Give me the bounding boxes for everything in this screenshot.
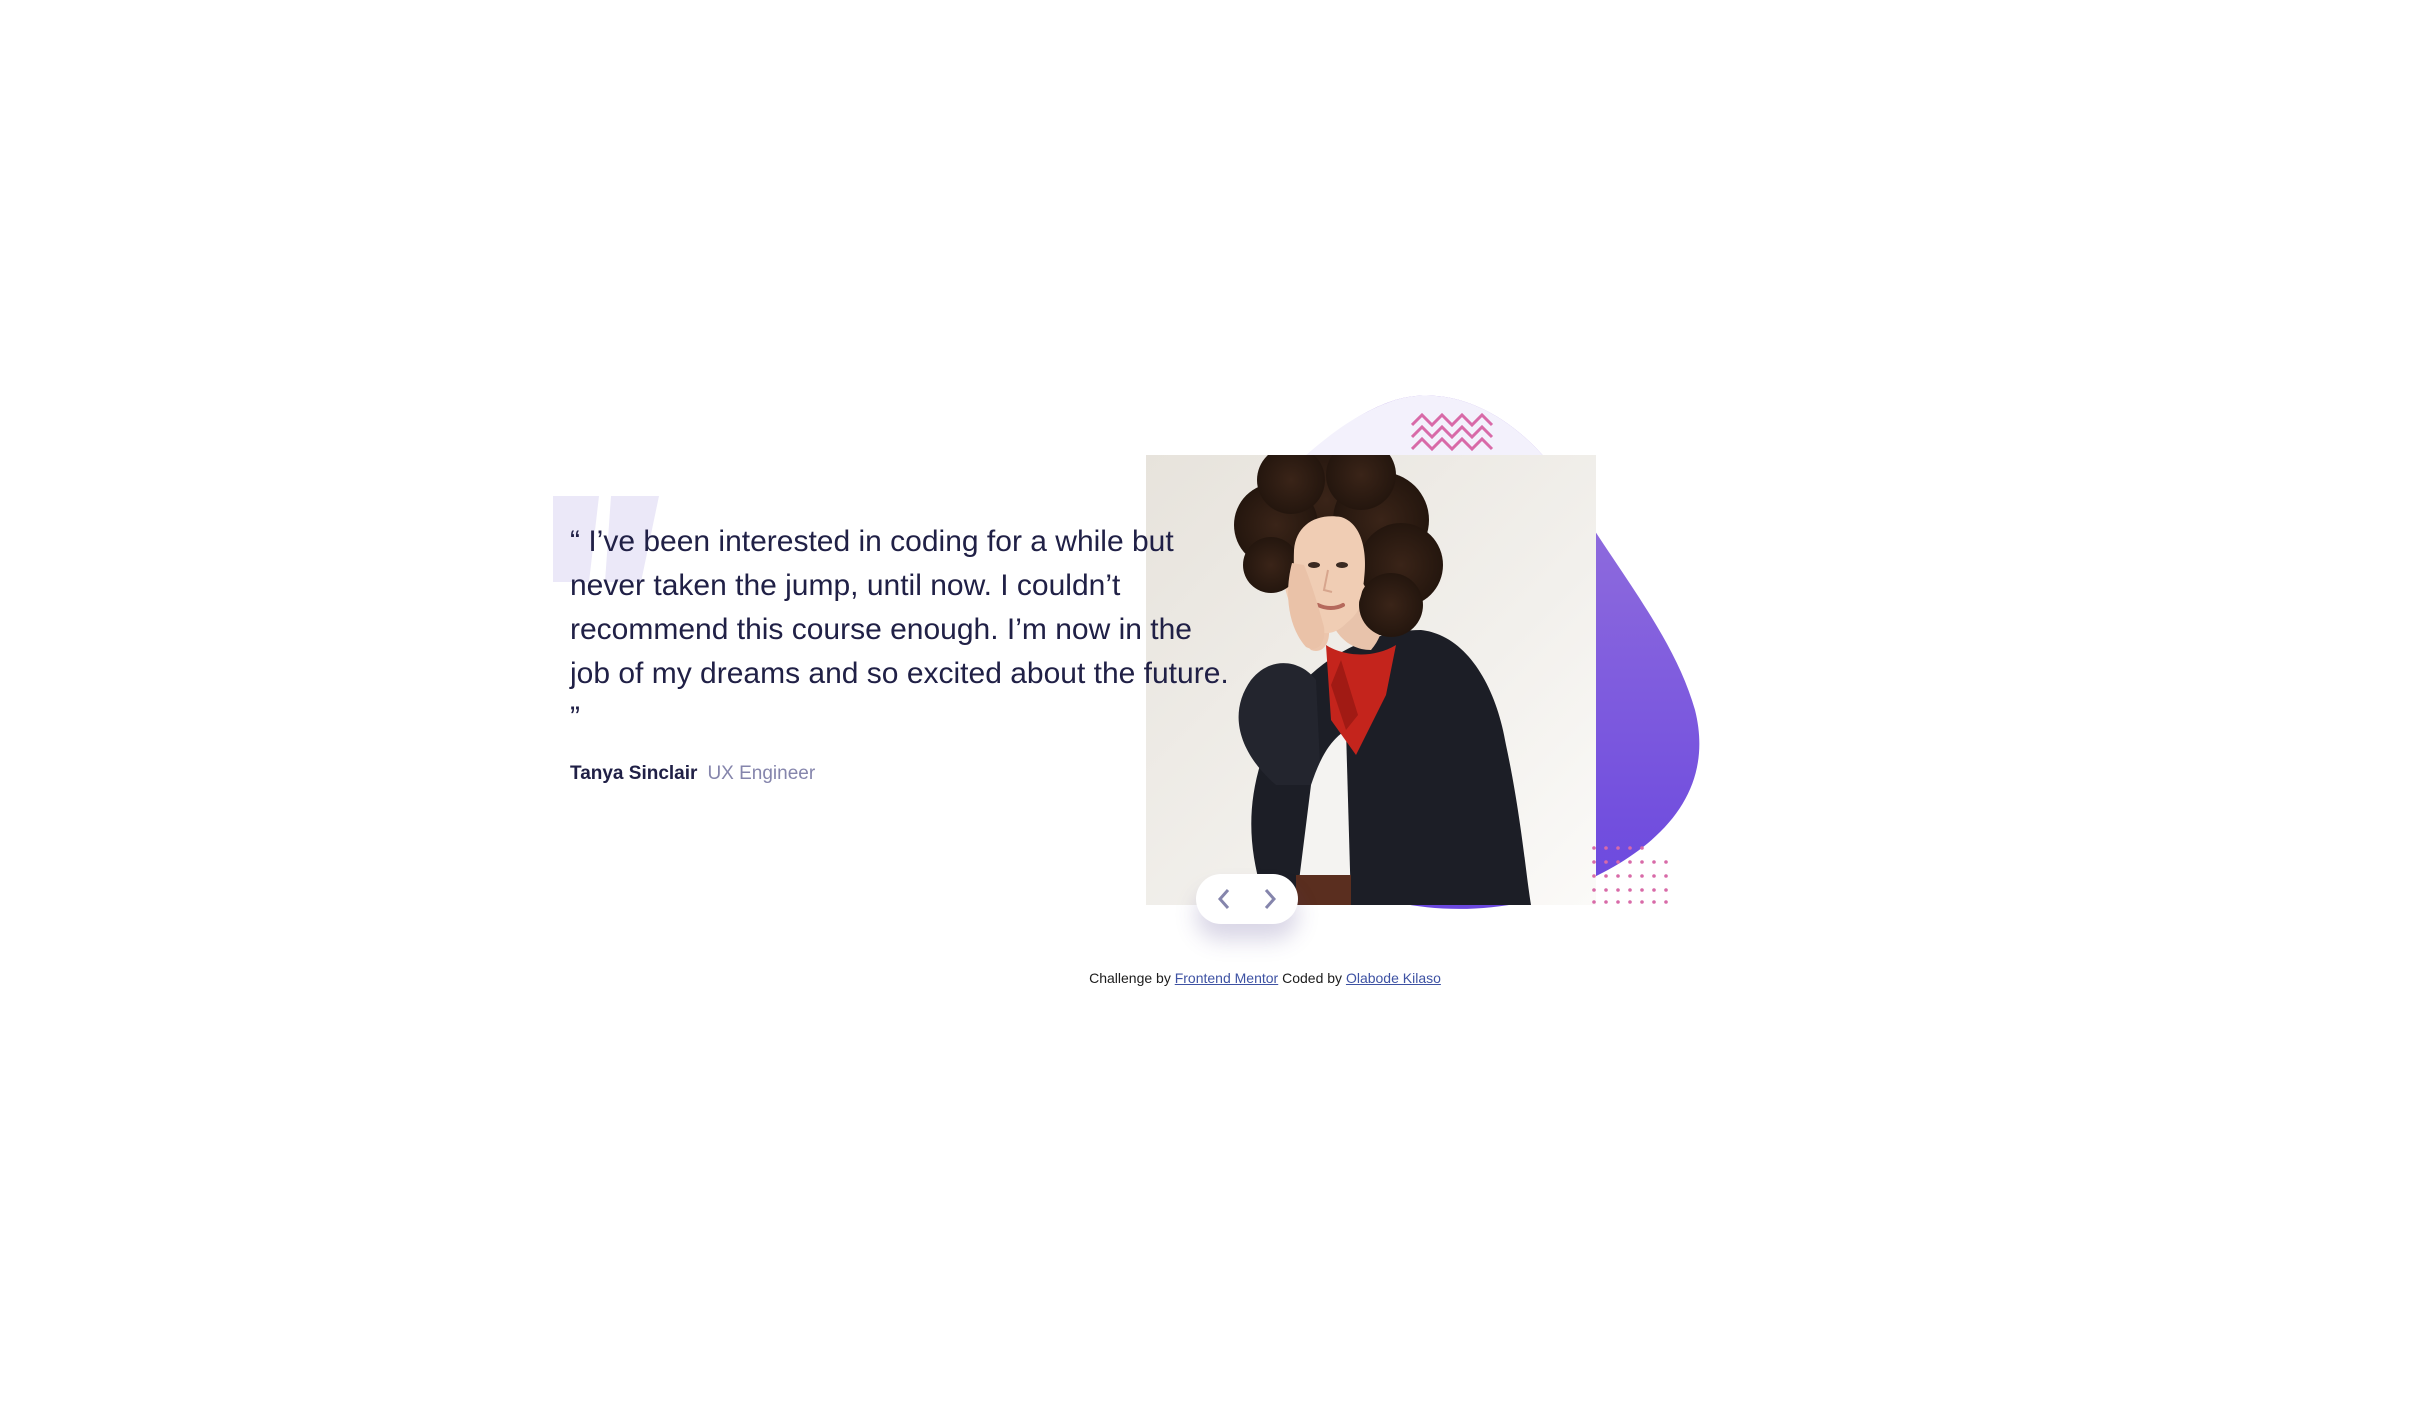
testimonial-page: “ I’ve been interested in coding for a w… — [0, 0, 2415, 1419]
previous-button[interactable] — [1202, 877, 1246, 921]
author-role: UX Engineer — [707, 763, 816, 784]
attribution-prefix: Challenge by — [1089, 970, 1171, 986]
attribution: Challenge by Frontend Mentor Coded by Ol… — [0, 967, 2415, 989]
testimonial-quote: “ I’ve been interested in coding for a w… — [570, 525, 1229, 734]
chevron-right-icon — [1264, 889, 1277, 909]
next-button[interactable] — [1248, 877, 1292, 921]
chevron-left-icon — [1217, 889, 1230, 909]
dots-pattern-icon — [1592, 846, 1668, 904]
attribution-middle: Coded by — [1282, 970, 1343, 986]
zigzag-pattern-icon — [1411, 413, 1494, 452]
author-name: Tanya Sinclair — [570, 763, 698, 784]
author-link[interactable]: Olabode Kilaso — [1346, 970, 1441, 986]
slider-controls — [1196, 874, 1298, 924]
testimonial-author: Tanya Sinclair UX Engineer — [570, 759, 815, 789]
frontend-mentor-link[interactable]: Frontend Mentor — [1175, 970, 1279, 986]
